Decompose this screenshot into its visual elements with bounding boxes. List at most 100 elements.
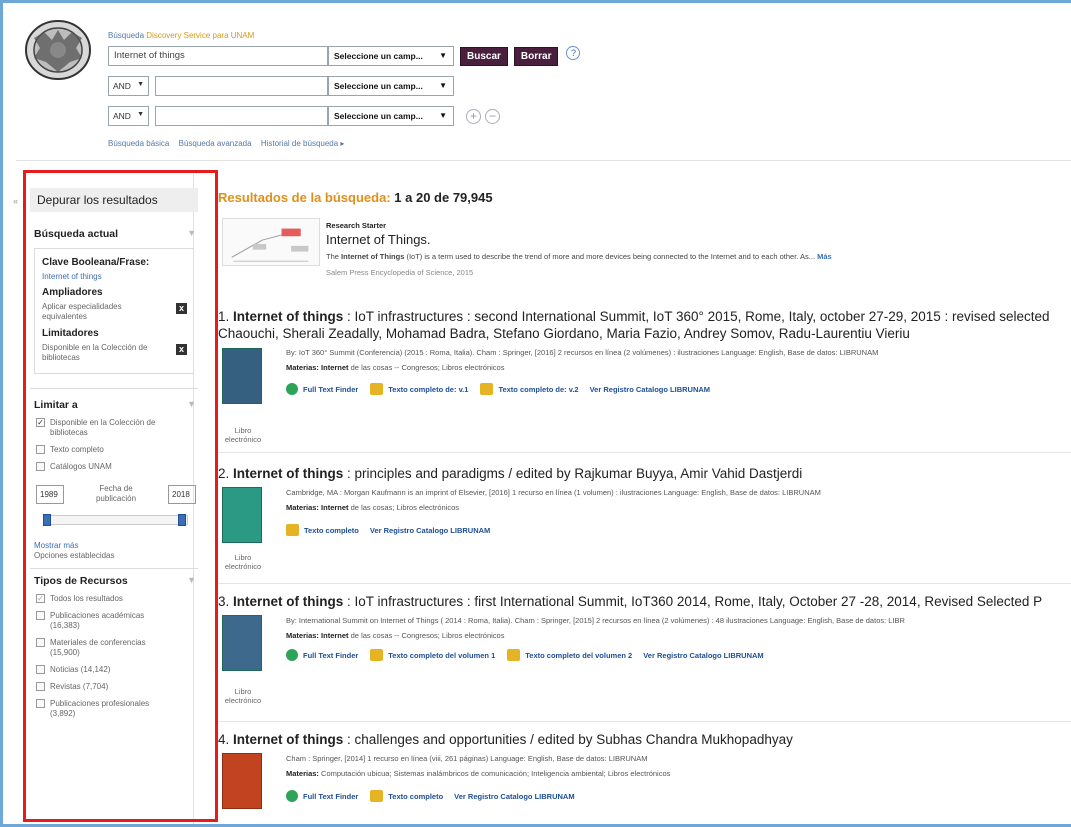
checkbox-icon[interactable] (36, 462, 45, 471)
full-text-icon[interactable] (507, 649, 521, 661)
record-links: Full Text Finder Texto completo Ver Regi… (286, 790, 578, 802)
collapse-sidebar-icon[interactable]: « (13, 196, 18, 206)
section-divider (30, 388, 198, 389)
full-text-icon[interactable] (480, 383, 494, 395)
resource-type-news[interactable]: Noticias (14,142) (30, 665, 198, 675)
catalog-record-link[interactable]: Ver Registro Catalogo LIBRUNAM (643, 651, 763, 660)
full-text-finder-icon[interactable] (286, 383, 298, 395)
full-text-finder-link[interactable]: Full Text Finder (303, 385, 358, 394)
full-text-finder-icon[interactable] (286, 649, 298, 661)
field-select-1-label: Seleccione un camp... (334, 51, 423, 61)
limit-option-full-text[interactable]: Texto completo (30, 445, 198, 455)
search-button[interactable]: Buscar (460, 46, 508, 66)
research-starter-title[interactable]: Internet of Things. (326, 232, 431, 247)
clear-button[interactable]: Borrar (513, 46, 559, 66)
catalog-record-link[interactable]: Ver Registro Catalogo LIBRUNAM (370, 526, 490, 535)
limit-option-library-collection[interactable]: ✓ Disponible en la Colección de bibliote… (30, 418, 198, 438)
boolean-operator-select-2[interactable]: AND ▼ (108, 106, 149, 126)
remove-row-icon[interactable]: − (485, 108, 500, 124)
record-title[interactable]: 1. Internet of things : IoT infrastructu… (218, 308, 1071, 325)
operator-label: AND (113, 111, 131, 121)
advanced-search-link[interactable]: Búsqueda avanzada (179, 139, 252, 148)
full-text-vol1-link[interactable]: Texto completo del volumen 1 (388, 651, 495, 660)
field-select-1[interactable]: Seleccione un camp... ▼ (328, 46, 454, 66)
field-select-3[interactable]: Seleccione un camp... ▼ (328, 106, 454, 126)
boolean-operator-select-1[interactable]: AND ▼ (108, 76, 149, 96)
search-history-link[interactable]: Historial de búsqueda ▸ (261, 139, 345, 148)
boolean-phrase-link[interactable]: Internet of things (42, 272, 187, 281)
search-input[interactable]: Internet of things (108, 46, 328, 66)
book-cover-image[interactable] (222, 487, 262, 543)
limit-option-unam-catalogs[interactable]: Catálogos UNAM (30, 462, 198, 472)
desc-post: (IoT) is a term used to describe the tre… (406, 252, 816, 261)
resource-types-section[interactable]: Tipos de Recursos ▼ (30, 575, 198, 587)
resource-type-label: Publicaciones académicas (16,383) (50, 611, 145, 630)
record-subjects: Materias: Internet de las cosas; Libros … (286, 503, 459, 512)
full-text-finder-link[interactable]: Full Text Finder (303, 792, 358, 801)
record-divider (218, 721, 1071, 722)
catalog-record-link[interactable]: Ver Registro Catalogo LIBRUNAM (590, 385, 710, 394)
full-text-icon[interactable] (370, 649, 384, 661)
full-text-vol2-link[interactable]: Texto completo del volumen 2 (525, 651, 632, 660)
current-search-title: Búsqueda actual (34, 228, 119, 240)
refine-results-sidebar: Depurar los resultados Búsqueda actual ▼… (23, 170, 218, 822)
record-title[interactable]: 2. Internet of things : principles and p… (218, 465, 1071, 482)
limit-to-section[interactable]: Limitar a ▼ (30, 399, 198, 411)
checkbox-icon[interactable] (36, 699, 45, 708)
checkbox-icon[interactable] (36, 638, 45, 647)
full-text-finder-link[interactable]: Full Text Finder (303, 651, 358, 660)
search-input-3[interactable] (155, 106, 328, 126)
full-text-finder-icon[interactable] (286, 790, 298, 802)
resource-type-magazines[interactable]: Revistas (7,704) (30, 682, 198, 692)
date-range-slider[interactable] (43, 514, 188, 526)
show-more-link[interactable]: Mostrar más (30, 541, 198, 550)
checkbox-checked-icon[interactable]: ✓ (36, 418, 45, 427)
date-to-input[interactable]: 2018 (168, 484, 196, 504)
add-row-icon[interactable]: + (466, 108, 481, 124)
resource-type-trade[interactable]: Publicaciones profesionales (3,892) (30, 699, 198, 719)
checkbox-checked-icon[interactable]: ✓ (36, 594, 45, 603)
resource-type-all[interactable]: ✓ Todos los resultados (30, 594, 198, 604)
full-text-link[interactable]: Texto completo (388, 792, 443, 801)
search-input-2[interactable] (155, 76, 328, 96)
remove-limiter-icon[interactable]: x (176, 344, 187, 355)
slider-handle-start[interactable] (43, 514, 51, 526)
field-select-2[interactable]: Seleccione un camp... ▼ (328, 76, 454, 96)
basic-search-link[interactable]: Búsqueda básica (108, 139, 169, 148)
more-link[interactable]: Más (817, 252, 832, 261)
checkbox-icon[interactable] (36, 665, 45, 674)
record-title[interactable]: 4. Internet of things : challenges and o… (218, 731, 1071, 748)
full-text-v1-link[interactable]: Texto completo de: v.1 (388, 385, 468, 394)
slider-handle-end[interactable] (178, 514, 186, 526)
remove-expander-icon[interactable]: x (176, 303, 187, 314)
full-text-icon[interactable] (286, 524, 299, 536)
record-number: 2. (218, 466, 230, 481)
unam-seal-logo[interactable] (22, 18, 94, 82)
full-text-icon[interactable] (370, 383, 384, 395)
book-cover-image[interactable] (222, 753, 262, 809)
book-cover-image[interactable] (222, 348, 262, 404)
checkbox-icon[interactable] (36, 611, 45, 620)
options-set-link[interactable]: Opciones establecidas (30, 551, 198, 560)
current-search-section[interactable]: Búsqueda actual ▼ (30, 228, 198, 240)
resource-type-conference[interactable]: Materiales de conferencias (15,900) (30, 638, 198, 658)
checkbox-icon[interactable] (36, 445, 45, 454)
subjects-text: de las cosas -- Congresos; Libros electr… (350, 363, 505, 372)
section-divider (30, 568, 198, 569)
subjects-label: Materias: (286, 631, 319, 640)
record-title[interactable]: 3. Internet of things : IoT infrastructu… (218, 593, 1071, 610)
refine-results-header: Depurar los resultados (30, 188, 198, 212)
book-cover-image[interactable] (222, 615, 262, 671)
limit-option-label: Texto completo (50, 445, 104, 454)
help-icon[interactable]: ? (566, 46, 581, 60)
resource-type-academic[interactable]: Publicaciones académicas (16,383) (30, 611, 198, 631)
checkbox-icon[interactable] (36, 682, 45, 691)
full-text-icon[interactable] (370, 790, 384, 802)
full-text-link[interactable]: Texto completo (304, 526, 359, 535)
subjects-label: Materias: (286, 769, 319, 778)
research-starter-thumbnail[interactable] (222, 218, 320, 266)
date-from-input[interactable]: 1989 (36, 484, 64, 504)
record-links: Full Text Finder Texto completo del volu… (286, 649, 767, 661)
full-text-v2-link[interactable]: Texto completo de: v.2 (498, 385, 578, 394)
catalog-record-link[interactable]: Ver Registro Catalogo LIBRUNAM (454, 792, 574, 801)
